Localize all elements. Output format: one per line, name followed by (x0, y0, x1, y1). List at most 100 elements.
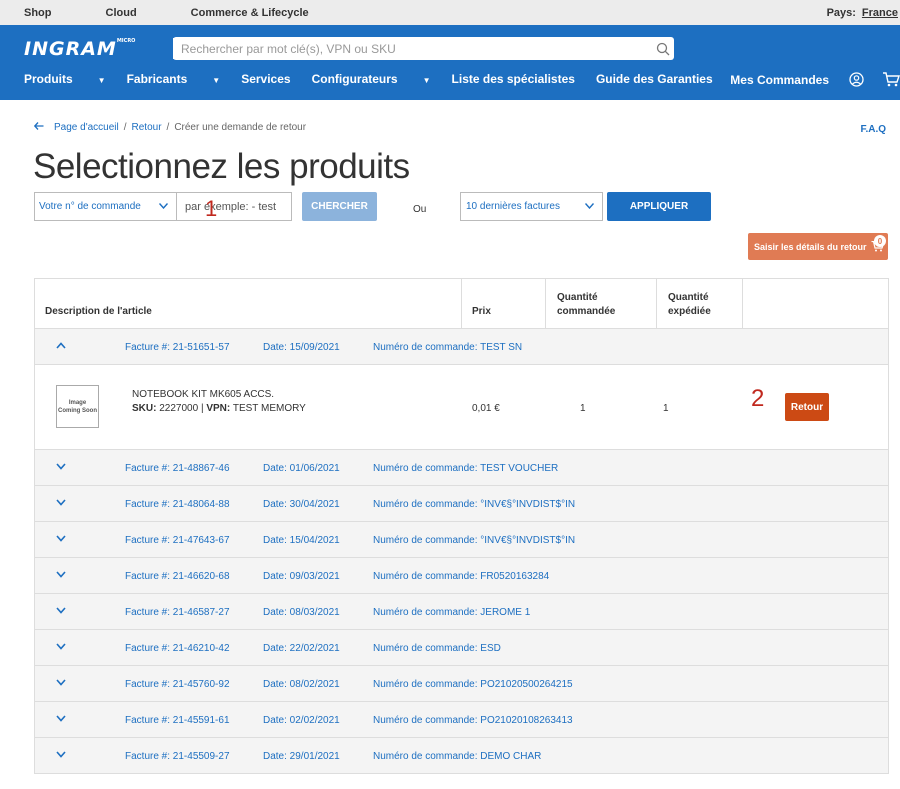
user-icon[interactable] (849, 72, 864, 87)
chevron-up-icon[interactable] (56, 342, 66, 349)
invoice-order: Numéro de commande: ESD (373, 643, 501, 654)
invoice-number: Facture #: 21-47643-67 (125, 535, 230, 546)
vpn-label: VPN: (206, 403, 231, 414)
invoice-order: Numéro de commande: °INV€§°INVDIST$°IN (373, 535, 576, 546)
sku-value: 2227000 | (159, 403, 207, 414)
caret-down-icon: ▼ (97, 76, 106, 85)
nav-fabricants-label: Fabricants (126, 72, 188, 86)
chevron-down-icon[interactable] (56, 571, 66, 578)
invoice-number: Facture #: 21-48867-46 (125, 463, 230, 474)
table-header: Description de l'article Prix Quantité c… (35, 279, 888, 329)
topbar-link-cloud[interactable]: Cloud (106, 7, 137, 19)
invoice-row[interactable]: Facture #: 21-46587-27 Date: 08/03/2021 Nu… (35, 594, 888, 630)
header-qty-ordered-line2: commandée (557, 306, 616, 317)
my-orders-link[interactable]: Mes Commandes (730, 73, 829, 87)
main-nav: Produits ▼ Fabricants ▼ Services Configura… (24, 72, 734, 86)
apply-button[interactable]: APPLIQUER (607, 192, 711, 221)
invoice-row[interactable]: Facture #: 21-45591-61 Date: 02/02/2021 Nu… (35, 702, 888, 738)
nav-garanties[interactable]: Guide des Garanties (596, 72, 713, 86)
header-divider (545, 279, 546, 329)
invoice-row[interactable]: Facture #: 21-45760-92 Date: 08/02/2021 Nu… (35, 666, 888, 702)
invoice-date: Date: 15/09/2021 (263, 342, 340, 353)
faq-link[interactable]: F.A.Q (860, 124, 886, 135)
chevron-down-icon[interactable] (56, 679, 66, 686)
invoice-row[interactable]: Facture #: 21-46210-42 Date: 22/02/2021 Nu… (35, 630, 888, 666)
invoice-number: Facture #: 21-48064-88 (125, 499, 230, 510)
invoice-order: Numéro de commande: PO21020108263413 (373, 715, 573, 726)
invoice-list: Facture #: 21-48867-46 Date: 01/06/2021 Nu… (35, 450, 888, 774)
arrow-left-icon[interactable] (33, 122, 44, 133)
invoice-number: Facture #: 21-51651-57 (125, 342, 230, 353)
search-box (173, 37, 674, 60)
top-bar: Shop Cloud Commerce & Lifecycle Pays: Fr… (0, 0, 900, 25)
return-details-label: Saisir les détails du retour (754, 241, 867, 252)
nav-produits-label: Produits (24, 72, 73, 86)
cart-icon[interactable] (882, 72, 900, 87)
chevron-down-icon[interactable] (56, 643, 66, 650)
nav-services[interactable]: Services (241, 72, 290, 86)
return-button[interactable]: Retour (785, 393, 829, 421)
breadcrumb-sep: / (123, 122, 127, 133)
topbar-link-commerce[interactable]: Commerce & Lifecycle (191, 7, 309, 19)
product-name: NOTEBOOK KIT MK605 ACCS. (132, 389, 275, 400)
logo-text: INGRAM (24, 38, 117, 60)
country-link[interactable]: France (862, 7, 898, 19)
product-thumbnail: Image Coming Soon (56, 385, 99, 428)
invoice-order: Numéro de commande: PO21020500264215 (373, 679, 573, 690)
invoice-table: Description de l'article Prix Quantité c… (34, 278, 889, 774)
topbar-link-shop[interactable]: Shop (24, 7, 52, 19)
chevron-down-icon[interactable] (56, 715, 66, 722)
chevron-down-icon[interactable] (56, 607, 66, 614)
header-price: Prix (472, 306, 491, 317)
invoice-date: Date: 08/02/2021 (263, 679, 340, 690)
invoice-number: Facture #: 21-46210-42 (125, 643, 230, 654)
invoice-row[interactable]: Facture #: 21-48867-46 Date: 01/06/2021 Nu… (35, 450, 888, 486)
nav-specialistes[interactable]: Liste des spécialistes (452, 72, 575, 86)
caret-down-icon: ▼ (212, 76, 221, 85)
invoice-number: Facture #: 21-45509-27 (125, 751, 230, 762)
search-icon[interactable] (652, 39, 674, 59)
invoice-order: Numéro de commande: TEST SN (373, 342, 523, 353)
nav-produits[interactable]: Produits ▼ (24, 72, 106, 86)
logo[interactable]: INGRAMMICRO (24, 38, 135, 60)
nav-configurateurs[interactable]: Configurateurs ▼ (312, 72, 431, 86)
nav-fabricants[interactable]: Fabricants ▼ (127, 72, 221, 86)
invoice-order: Numéro de commande: JEROME 1 (373, 607, 531, 618)
header-actions: Mes Commandes (730, 72, 900, 87)
sku-label: SKU: (132, 403, 157, 414)
order-number-select-value: Votre n° de commande (39, 201, 141, 212)
invoice-row[interactable]: Facture #: 21-48064-88 Date: 30/04/2021 Nu… (35, 486, 888, 522)
search-button[interactable]: CHERCHER (302, 192, 377, 221)
nav-configurateurs-label: Configurateurs (311, 72, 398, 86)
header-qty-ordered: Quantité commandée (557, 279, 615, 329)
chevron-down-icon (584, 201, 595, 212)
invoice-date: Date: 01/06/2021 (263, 463, 340, 474)
chevron-down-icon[interactable] (56, 499, 66, 506)
invoice-row[interactable]: Facture #: 21-45509-27 Date: 29/01/2021 Nu… (35, 738, 888, 774)
invoice-date: Date: 15/04/2021 (263, 535, 340, 546)
or-label: Ou (413, 204, 427, 215)
chevron-down-icon (158, 201, 169, 212)
invoice-date: Date: 02/02/2021 (263, 715, 340, 726)
invoice-number: Facture #: 21-45760-92 (125, 679, 230, 690)
breadcrumb-retour[interactable]: Retour (132, 122, 162, 133)
chevron-down-icon[interactable] (56, 535, 66, 542)
invoices-select[interactable]: 10 dernières factures (460, 192, 603, 221)
invoice-date: Date: 22/02/2021 (263, 643, 340, 654)
chevron-down-icon[interactable] (56, 751, 66, 758)
return-details-button[interactable]: Saisir les détails du retour 0 (748, 233, 888, 260)
chevron-down-icon[interactable] (56, 463, 66, 470)
invoice-row[interactable]: Facture #: 21-47643-67 Date: 15/04/2021 Nu… (35, 522, 888, 558)
return-count-badge: 0 (874, 235, 886, 247)
invoice-row-expanded[interactable]: Facture #: 21-51651-57 Date: 15/09/2021 … (35, 329, 888, 365)
breadcrumb-sep: / (166, 122, 170, 133)
invoice-order: Numéro de commande: DEMO CHAR (373, 751, 542, 762)
product-qty-shipped: 1 (663, 403, 669, 414)
invoice-date: Date: 09/03/2021 (263, 571, 340, 582)
invoice-row[interactable]: Facture #: 21-46620-68 Date: 09/03/2021 Nu… (35, 558, 888, 594)
order-number-input[interactable] (177, 193, 291, 220)
header-qty-shipped-line2: expédiée (668, 306, 711, 317)
breadcrumb-home[interactable]: Page d'accueil (54, 122, 119, 133)
search-input[interactable] (173, 38, 652, 59)
order-number-select[interactable]: Votre n° de commande (34, 192, 177, 221)
